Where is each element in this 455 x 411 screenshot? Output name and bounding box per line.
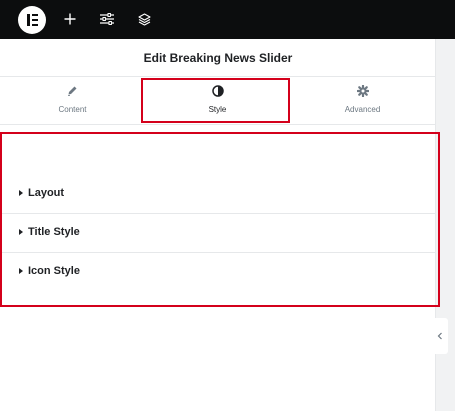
pencil-icon [0, 85, 145, 98]
tab-advanced-label: Advanced [344, 105, 381, 114]
tab-content[interactable]: Content [0, 77, 145, 125]
elementor-logo-icon[interactable] [18, 6, 46, 34]
layers-icon[interactable] [134, 9, 154, 29]
sections-highlight [0, 132, 440, 307]
tab-advanced[interactable]: Advanced [290, 77, 435, 125]
plus-icon[interactable] [60, 9, 80, 29]
panel-title: Edit Breaking News Slider [0, 39, 436, 77]
style-tab-highlight [141, 78, 290, 123]
sliders-icon[interactable] [97, 9, 117, 29]
top-toolbar [0, 0, 455, 39]
collapse-panel-button[interactable] [432, 318, 448, 354]
gear-icon [290, 85, 435, 98]
chevron-left-icon [437, 327, 443, 345]
tab-content-label: Content [58, 105, 87, 114]
